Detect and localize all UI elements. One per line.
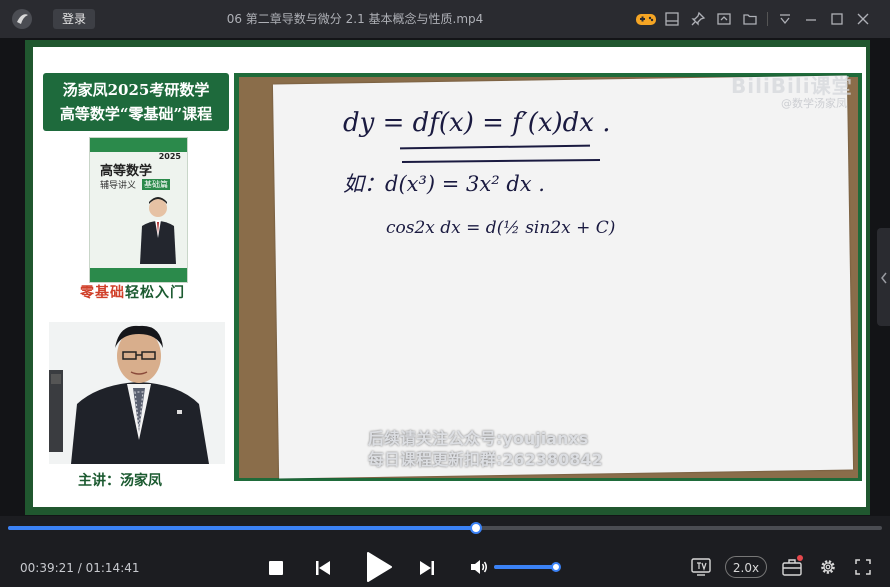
titlebar-divider — [767, 12, 768, 26]
board-equation-1: dy = df(x) = f′(x)dx . — [343, 108, 611, 138]
tv-cast-icon — [691, 558, 711, 576]
progress-bar[interactable] — [8, 522, 882, 534]
book-author-photo — [138, 194, 178, 264]
current-time: 00:39:21 — [20, 561, 74, 575]
gamepad-icon[interactable] — [633, 9, 659, 29]
notification-dot — [797, 555, 803, 561]
login-button[interactable]: 登录 — [53, 9, 95, 29]
gear-icon — [821, 560, 835, 574]
app-logo-icon — [10, 8, 34, 30]
skip-next-icon — [420, 561, 434, 575]
book-bottom-band — [90, 268, 187, 282]
menu-dropdown-icon[interactable] — [772, 9, 798, 29]
fullscreen-button[interactable] — [852, 556, 874, 578]
pin-icon[interactable] — [685, 9, 711, 29]
title-bar: 登录 06 第二章导数与微分 2.1 基本概念与性质.mp4 — [0, 0, 890, 38]
minimize-icon[interactable] — [798, 9, 824, 29]
skip-previous-icon — [316, 561, 330, 575]
play-icon — [367, 552, 392, 582]
board-equation-2: 如：d(x³) = 3x² dx . — [343, 172, 545, 196]
course-title-banner: 汤家凤2025考研数学 高等数学“零基础”课程 — [43, 73, 229, 131]
next-button[interactable] — [416, 557, 438, 579]
book-top-band — [90, 138, 187, 152]
screenshot-icon[interactable] — [711, 9, 737, 29]
slogan: 零基础轻松入门 — [80, 282, 185, 302]
progress-fill — [8, 526, 476, 530]
side-panel-toggle[interactable] — [877, 228, 890, 326]
playlist-icon[interactable] — [659, 9, 685, 29]
volume-button[interactable] — [468, 557, 490, 577]
overlay-text-2: 每日课程更新扣群:262380842 — [368, 450, 603, 469]
fullscreen-icon — [855, 559, 871, 575]
book-cover: 2025 高等数学 辅导讲义 基础篇 — [89, 137, 188, 283]
board-equation-3: cos2x dx = d(½ sin2x + C) — [386, 218, 616, 238]
volume-icon — [471, 560, 487, 574]
volume-handle[interactable] — [551, 562, 561, 572]
previous-button[interactable] — [312, 557, 334, 579]
slogan-part2: 轻松入门 — [125, 285, 185, 301]
play-button[interactable] — [362, 550, 396, 584]
book-tag: 基础篇 — [142, 179, 170, 190]
progress-handle[interactable] — [469, 522, 482, 534]
window-title: 06 第二章导数与微分 2.1 基本概念与性质.mp4 — [226, 12, 484, 26]
tv-cast-button[interactable] — [689, 556, 713, 578]
time-display: 00:39:21 / 01:14:41 — [20, 561, 140, 575]
course-title-line1: 汤家凤2025考研数学 — [62, 81, 210, 99]
lecturer-name: 主讲：汤家凤 — [78, 473, 162, 489]
playback-speed-button[interactable]: 2.0x — [725, 556, 767, 578]
total-time: 01:14:41 — [85, 561, 140, 575]
volume-fill — [494, 565, 556, 569]
presenter-video — [49, 322, 225, 464]
time-separator: / — [77, 561, 82, 575]
slogan-part1: 零基础 — [80, 285, 125, 301]
book-subtitle: 辅导讲义 — [100, 181, 137, 191]
close-icon[interactable] — [850, 9, 876, 29]
folder-icon[interactable] — [737, 9, 763, 29]
volume-slider[interactable] — [494, 562, 561, 572]
settings-button[interactable] — [817, 556, 839, 578]
course-title-line2: 高等数学“零基础”课程 — [59, 105, 213, 123]
stop-icon — [269, 561, 283, 575]
author-watermark: @数学汤家凤 — [781, 97, 847, 110]
book-title: 高等数学 — [100, 164, 153, 179]
maximize-icon[interactable] — [824, 9, 850, 29]
stop-button[interactable] — [266, 558, 286, 578]
book-year: 2025 — [158, 152, 181, 161]
titlebar-actions — [633, 9, 876, 29]
